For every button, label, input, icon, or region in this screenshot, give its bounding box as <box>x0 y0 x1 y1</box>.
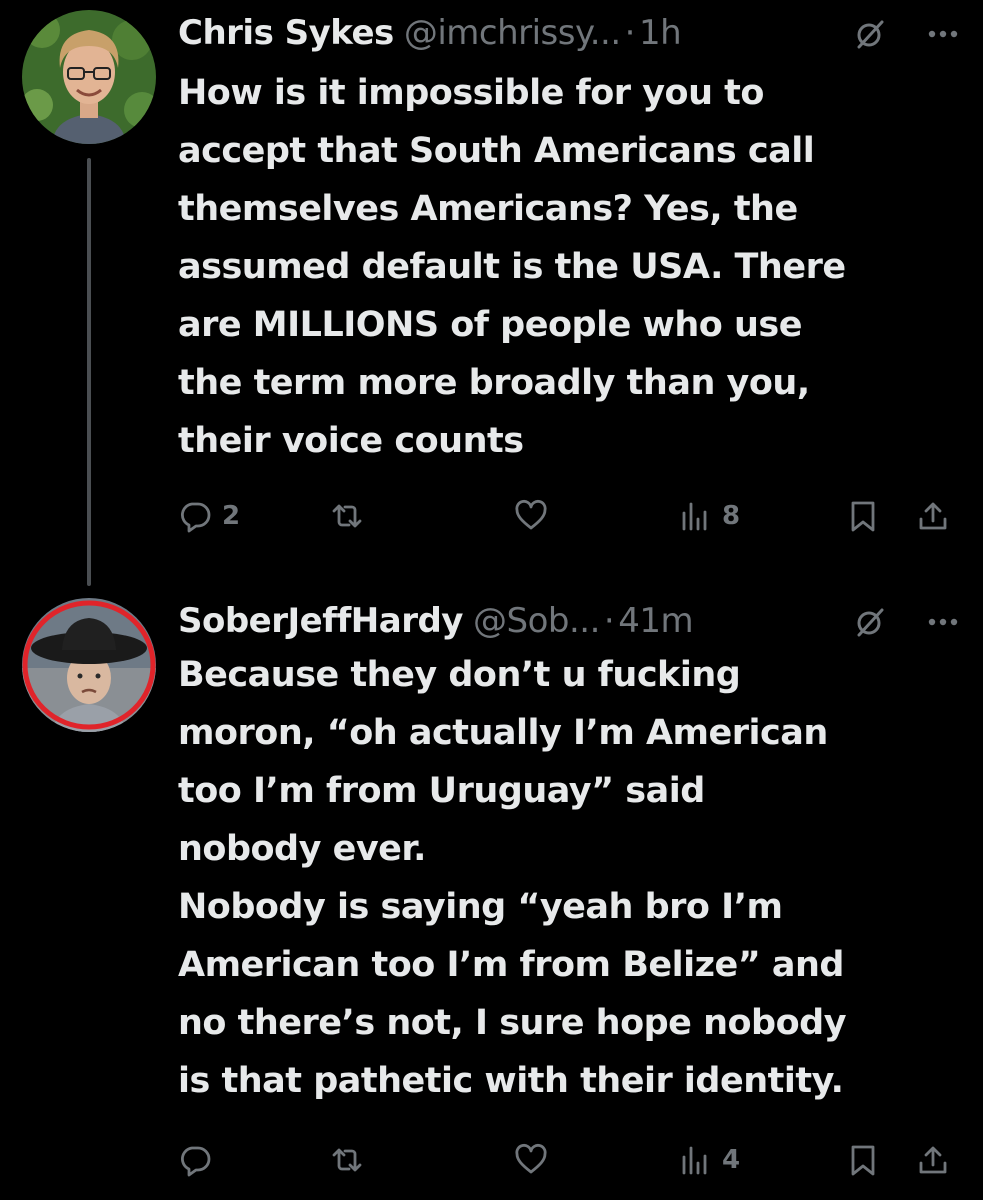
tweet-text-line: themselves Americans? Yes, the <box>178 189 798 229</box>
thread-connector-line <box>87 158 91 586</box>
tweet-text: Because they don’t u fucking moron, “oh … <box>178 646 943 1110</box>
reply-icon <box>180 502 211 533</box>
like-button[interactable] <box>514 496 558 536</box>
tweet-header: SoberJeffHardy @Sob... · 41m <box>178 596 963 646</box>
like-button[interactable] <box>514 1140 558 1180</box>
tweet-text-line: American too I’m from Belize” and <box>178 945 844 985</box>
repost-icon <box>332 1148 362 1172</box>
views-button[interactable]: 4 <box>678 1140 740 1180</box>
share-button[interactable] <box>916 496 950 536</box>
avatar[interactable] <box>22 10 156 144</box>
share-icon <box>919 1146 947 1174</box>
separator-dot: · <box>603 601 615 641</box>
timestamp[interactable]: 1h <box>639 8 682 58</box>
separator-dot: · <box>624 13 636 53</box>
tweet-text-line: are MILLIONS of people who use <box>178 305 802 345</box>
tweet-text-line: no there’s not, I sure hope nobody <box>178 1003 847 1043</box>
share-button[interactable] <box>916 1140 950 1180</box>
display-name[interactable]: SoberJeffHardy <box>178 596 463 646</box>
timestamp[interactable]: 41m <box>618 596 693 646</box>
repost-button[interactable] <box>330 496 374 536</box>
views-icon <box>682 1146 707 1175</box>
tweet-text-line: nobody ever. <box>178 829 426 869</box>
reply-count: 2 <box>222 501 241 531</box>
tweet-soberjeffhardy[interactable]: SoberJeffHardy @Sob... · 41m Because the… <box>0 590 983 1200</box>
repost-button[interactable] <box>330 1140 374 1180</box>
tweet-text-line: accept that South Americans call <box>178 131 815 171</box>
views-button[interactable]: 8 <box>678 496 740 536</box>
reply-button[interactable] <box>178 1140 222 1180</box>
tweet-text-line: How is it impossible for you to <box>178 73 764 113</box>
like-icon <box>515 1143 547 1174</box>
tweet-text: How is it impossible for you to accept t… <box>178 64 943 470</box>
avatar[interactable] <box>22 598 156 732</box>
share-icon <box>919 502 947 530</box>
tweet-text-line: moron, “oh actually I’m American <box>178 713 828 753</box>
reply-icon <box>180 1146 211 1177</box>
user-handle[interactable]: @imchrissy... <box>404 8 621 58</box>
action-bar: 2 8 <box>178 496 963 536</box>
reply-button[interactable]: 2 <box>178 496 240 536</box>
tweet-chris-sykes[interactable]: Chris Sykes @imchrissy... · 1h How is it… <box>0 0 983 586</box>
tweet-text-line: assumed default is the USA. There <box>178 247 846 287</box>
tweet-text-line: Because they don’t u fucking <box>178 655 741 695</box>
tweet-text-line: too I’m from Uruguay” said <box>178 771 705 811</box>
bookmark-button[interactable] <box>846 496 880 536</box>
more-icon[interactable] <box>925 19 961 49</box>
more-icon[interactable] <box>925 607 961 637</box>
view-count: 4 <box>722 1145 741 1175</box>
repost-icon <box>332 504 362 528</box>
bookmark-icon <box>851 1145 875 1176</box>
tweet-text-line: their voice counts <box>178 421 524 461</box>
grok-icon[interactable] <box>855 607 885 637</box>
views-icon <box>682 502 707 531</box>
bookmark-button[interactable] <box>846 1140 880 1180</box>
tweet-text-line: Nobody is saying “yeah bro I’m <box>178 887 783 927</box>
tweet-text-line: the term more broadly than you, <box>178 363 810 403</box>
view-count: 8 <box>722 501 741 531</box>
action-bar: 4 <box>178 1140 963 1180</box>
user-handle[interactable]: @Sob... <box>473 596 600 646</box>
like-icon <box>515 499 547 530</box>
tweet-text-line: is that pathetic with their identity. <box>178 1061 844 1101</box>
grok-icon[interactable] <box>855 19 885 49</box>
avatar-photo <box>22 10 156 144</box>
display-name[interactable]: Chris Sykes <box>178 8 394 58</box>
tweet-header: Chris Sykes @imchrissy... · 1h <box>178 8 963 58</box>
avatar-photo <box>22 598 156 732</box>
bookmark-icon <box>851 501 875 532</box>
